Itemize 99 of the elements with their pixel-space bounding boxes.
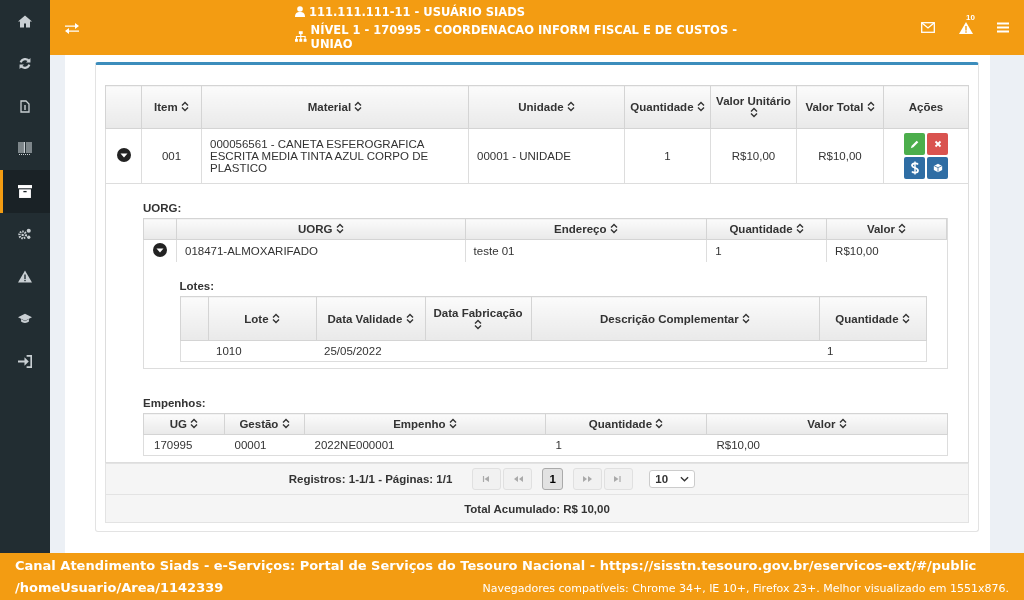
column-header[interactable]: Item bbox=[141, 85, 202, 129]
page-button[interactable]: 1 bbox=[542, 468, 564, 490]
page-size-select[interactable]: 10 bbox=[649, 470, 696, 488]
column-header[interactable]: UORG bbox=[176, 218, 466, 240]
sort-icon bbox=[271, 312, 280, 324]
sort-icon bbox=[901, 312, 910, 324]
sort-icon bbox=[898, 223, 907, 234]
warning-icon bbox=[18, 269, 32, 283]
table-cell: teste 01 bbox=[465, 239, 707, 262]
table-cell: 00001 bbox=[224, 434, 305, 456]
sort-icon bbox=[838, 418, 847, 429]
sort-icon bbox=[180, 101, 189, 112]
sign-in-icon bbox=[18, 354, 32, 368]
records-summary: Registros: 1-1/1 - Páginas: 1/1 bbox=[288, 473, 453, 485]
graduation-cap-icon bbox=[18, 312, 32, 326]
column-header[interactable]: Descrição Complementar bbox=[531, 296, 819, 341]
column-header[interactable]: Empenho bbox=[304, 413, 546, 435]
sort-icon bbox=[335, 223, 344, 234]
dollar-icon bbox=[909, 161, 920, 175]
column-header[interactable]: Valor bbox=[826, 218, 947, 240]
table-cell: 1 bbox=[624, 128, 711, 184]
edit-button[interactable] bbox=[904, 133, 925, 155]
support-channel-text: Canal Atendimento Siads - e-Serviços: Portal de Serviços do Tesouro Nacional - https://sisstn.tesouro.gov.br/eservicos-ext/#/public bbox=[15, 557, 977, 575]
column-header[interactable]: Data Validade bbox=[316, 296, 425, 341]
table-cell: 170995 bbox=[143, 434, 225, 456]
table-cell: 2022NE000001 bbox=[304, 434, 546, 456]
column-header: Ações bbox=[883, 85, 969, 129]
sort-icon bbox=[696, 101, 705, 112]
table-cell: R$10,00 bbox=[826, 239, 947, 262]
prev-icon bbox=[512, 475, 523, 483]
package-button[interactable] bbox=[927, 157, 948, 179]
sort-icon bbox=[405, 312, 414, 324]
sort-icon bbox=[474, 318, 482, 330]
accumulated-total: Total Acumulado: R$ 10,00 bbox=[105, 494, 969, 523]
sort-icon bbox=[741, 312, 750, 324]
document-icon bbox=[18, 99, 32, 113]
section-title: Lotes: bbox=[179, 280, 215, 292]
column-header[interactable]: Quantidade bbox=[545, 413, 707, 435]
delete-button[interactable] bbox=[927, 133, 948, 155]
sort-icon bbox=[354, 101, 363, 112]
table-cell: 1 bbox=[706, 239, 827, 262]
last-icon bbox=[613, 475, 624, 483]
column-header[interactable]: Gestão bbox=[224, 413, 305, 435]
chevron-down-icon bbox=[680, 476, 690, 482]
column-header[interactable]: Data Fabricação bbox=[425, 296, 531, 341]
column-header[interactable]: Quantidade bbox=[624, 85, 711, 129]
column-header[interactable]: Valor Total bbox=[796, 85, 884, 129]
browser-compatibility-note: Navegadores compatíveis: Chrome 34+, IE 10+, Firefox 23+. Melhor visualizado em 1551x876. bbox=[482, 581, 1009, 597]
hierarchy-icon bbox=[295, 31, 307, 42]
table-cell: 000056561 - CANETA ESFEROGRAFICA ESCRITA MEDIA TINTA AZUL CORPO DE PLASTICO bbox=[201, 128, 469, 184]
table-cell: 1 bbox=[545, 434, 707, 456]
cube-icon bbox=[932, 163, 943, 173]
table-cell: 018471-ALMOXARIFADO bbox=[176, 239, 466, 262]
section-title: Empenhos: bbox=[143, 397, 207, 409]
sort-icon bbox=[281, 418, 290, 429]
archive-box-icon bbox=[18, 184, 32, 198]
pencil-icon bbox=[909, 139, 920, 149]
column-header[interactable]: Quantidade bbox=[819, 296, 926, 341]
collapse-icon[interactable] bbox=[116, 148, 131, 162]
table-cell: R$10,00 bbox=[796, 128, 884, 184]
first-icon bbox=[481, 475, 492, 483]
notification-count: 10 bbox=[966, 12, 975, 22]
sort-icon bbox=[190, 418, 199, 429]
sort-icon bbox=[566, 101, 575, 112]
sort-icon bbox=[866, 101, 875, 112]
next-icon bbox=[582, 475, 593, 483]
user-name: 111.111.111-11 - USUÁRIO SIADS bbox=[309, 4, 526, 19]
sidebar-item[interactable] bbox=[0, 170, 50, 213]
sort-icon bbox=[448, 418, 457, 429]
support-channel-text: /homeUsuario/Area/1142339 bbox=[15, 579, 224, 597]
barcode-icon bbox=[18, 142, 32, 156]
sort-icon bbox=[795, 223, 804, 234]
column-header[interactable]: Lote bbox=[208, 296, 316, 341]
table-cell: 001 bbox=[141, 128, 202, 184]
column-header[interactable]: Material bbox=[201, 85, 469, 129]
organization-level: NÍVEL 1 - 170995 - COORDENACAO INFORM FISCAL E DE CUSTOS - UNIAO bbox=[310, 22, 738, 51]
home-icon bbox=[18, 14, 32, 28]
refresh-icon bbox=[18, 57, 32, 71]
column-header[interactable]: Valor bbox=[706, 413, 948, 435]
column-header[interactable]: Valor Unitário bbox=[710, 85, 797, 129]
sort-icon bbox=[609, 223, 618, 234]
user-icon bbox=[295, 6, 305, 17]
collapse-icon[interactable] bbox=[152, 243, 167, 257]
table-cell: R$10,00 bbox=[706, 434, 948, 456]
sort-icon bbox=[749, 107, 758, 118]
column-header[interactable]: Quantidade bbox=[706, 218, 827, 240]
table-cell: 00001 - UNIDADE bbox=[468, 128, 625, 184]
table-cell: 1 bbox=[819, 340, 926, 362]
table-cell: 1010 bbox=[208, 340, 316, 362]
column-header[interactable]: Endereço bbox=[465, 218, 707, 240]
payment-button[interactable] bbox=[904, 157, 925, 179]
gears-icon bbox=[18, 227, 32, 241]
column-header[interactable]: UG bbox=[143, 413, 225, 435]
table-cell: R$10,00 bbox=[710, 128, 797, 184]
close-icon bbox=[932, 139, 943, 149]
section-title: UORG: bbox=[143, 202, 183, 214]
sort-icon bbox=[655, 418, 664, 429]
column-header[interactable]: Unidade bbox=[468, 85, 625, 129]
table-cell: 25/05/2022 bbox=[316, 340, 425, 362]
